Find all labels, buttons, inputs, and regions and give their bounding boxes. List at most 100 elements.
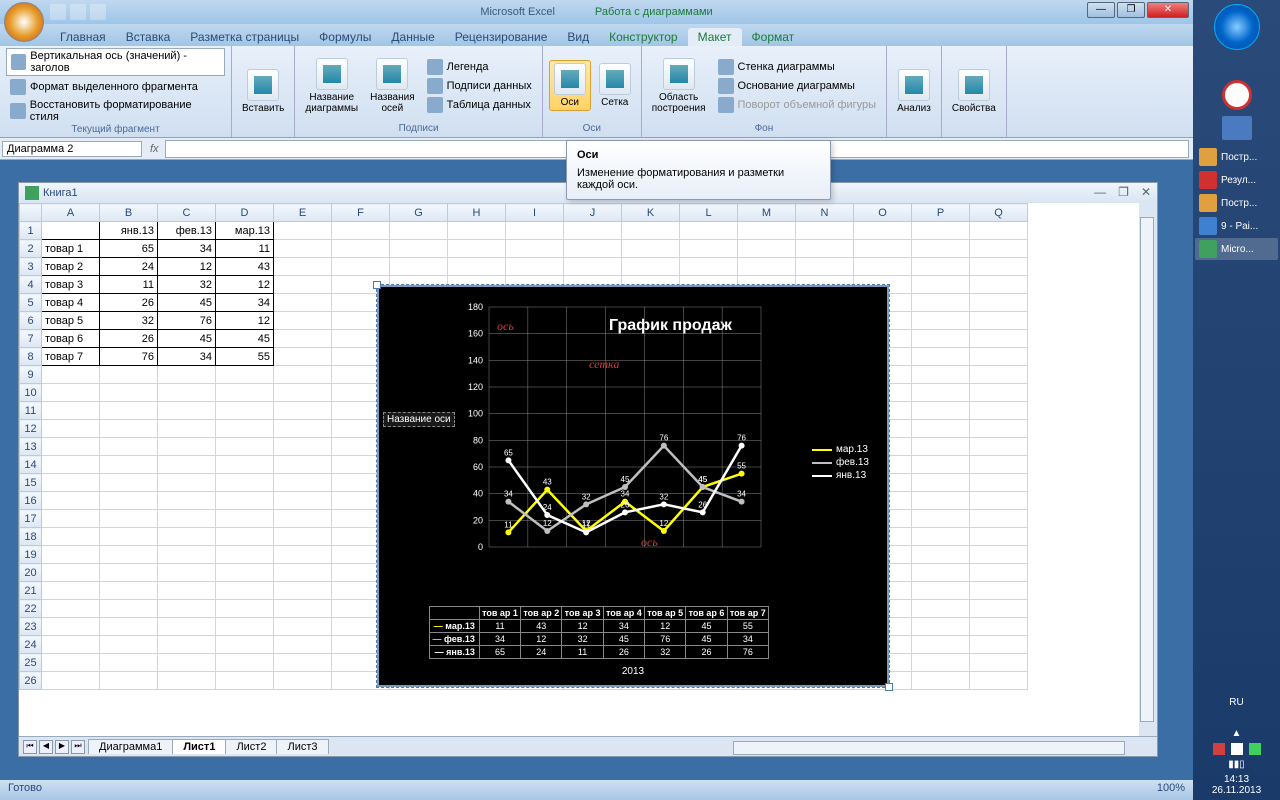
cell[interactable] — [912, 456, 970, 474]
cell[interactable] — [390, 222, 448, 240]
fx-icon[interactable]: fx — [144, 143, 165, 155]
cell[interactable] — [216, 510, 274, 528]
taskbar-item[interactable]: Постр... — [1195, 192, 1278, 214]
cell[interactable] — [970, 672, 1028, 690]
cell[interactable] — [912, 366, 970, 384]
name-box[interactable]: Диаграмма 2 — [2, 141, 142, 157]
cell[interactable] — [100, 672, 158, 690]
chart-floor-button[interactable]: Основание диаграммы — [714, 77, 881, 95]
row-header[interactable]: 17 — [20, 510, 42, 528]
cell[interactable] — [216, 528, 274, 546]
row-header[interactable]: 16 — [20, 492, 42, 510]
cell[interactable]: товар 3 — [42, 276, 100, 294]
ribbon-tab-Формулы[interactable]: Формулы — [309, 28, 381, 46]
cell[interactable] — [158, 546, 216, 564]
row-header[interactable]: 25 — [20, 654, 42, 672]
cell[interactable]: мар.13 — [216, 222, 274, 240]
axis-titles-button[interactable]: Названия осей — [366, 56, 419, 116]
cell[interactable] — [274, 564, 332, 582]
cell[interactable] — [912, 654, 970, 672]
cell[interactable]: 24 — [100, 258, 158, 276]
cell[interactable]: 76 — [158, 312, 216, 330]
embedded-chart[interactable]: График продаж Название оси сетка ось ось… — [377, 285, 889, 687]
row-header[interactable]: 13 — [20, 438, 42, 456]
analysis-button[interactable]: Анализ — [893, 67, 935, 116]
row-header[interactable]: 1 — [20, 222, 42, 240]
taskbar-item[interactable]: Резул... — [1195, 169, 1278, 191]
cell[interactable] — [506, 222, 564, 240]
maximize-button[interactable]: ❐ — [1117, 2, 1145, 18]
cell[interactable] — [912, 222, 970, 240]
cell[interactable] — [42, 438, 100, 456]
cell[interactable] — [216, 618, 274, 636]
tray-up-icon[interactable]: ▲ — [1232, 728, 1242, 739]
cell[interactable] — [912, 672, 970, 690]
ribbon-tab-Рецензирование[interactable]: Рецензирование — [445, 28, 558, 46]
cell[interactable] — [970, 384, 1028, 402]
cell[interactable] — [100, 456, 158, 474]
cell[interactable] — [42, 600, 100, 618]
cell[interactable] — [100, 654, 158, 672]
row-header[interactable]: 19 — [20, 546, 42, 564]
cell[interactable] — [912, 420, 970, 438]
cell[interactable] — [912, 384, 970, 402]
cell[interactable] — [912, 492, 970, 510]
cell[interactable] — [970, 438, 1028, 456]
cell[interactable] — [42, 510, 100, 528]
cell[interactable] — [970, 618, 1028, 636]
cell[interactable]: товар 6 — [42, 330, 100, 348]
cell[interactable] — [158, 582, 216, 600]
office-button[interactable] — [4, 2, 44, 42]
cell[interactable]: товар 5 — [42, 312, 100, 330]
cell[interactable] — [912, 348, 970, 366]
col-header[interactable]: F — [332, 204, 390, 222]
tray-flag-icon[interactable] — [1213, 743, 1225, 755]
cell[interactable] — [100, 636, 158, 654]
cell[interactable] — [100, 528, 158, 546]
tab-nav-last-icon[interactable]: ⏭ — [71, 740, 85, 754]
col-header[interactable]: J — [564, 204, 622, 222]
cell[interactable] — [158, 510, 216, 528]
row-header[interactable]: 15 — [20, 474, 42, 492]
cell[interactable]: 11 — [216, 240, 274, 258]
cell[interactable] — [100, 438, 158, 456]
cell[interactable]: 32 — [158, 276, 216, 294]
wb-close-icon[interactable]: ✕ — [1141, 185, 1151, 199]
cell[interactable] — [216, 492, 274, 510]
taskbar-item[interactable]: Micro... — [1195, 238, 1278, 260]
row-header[interactable]: 23 — [20, 618, 42, 636]
col-header[interactable]: C — [158, 204, 216, 222]
cell[interactable] — [42, 672, 100, 690]
cell[interactable] — [216, 636, 274, 654]
cell[interactable] — [738, 240, 796, 258]
tray-power-icon[interactable] — [1249, 743, 1261, 755]
col-header[interactable]: Q — [970, 204, 1028, 222]
cell[interactable] — [448, 258, 506, 276]
cell[interactable] — [158, 438, 216, 456]
cell[interactable] — [912, 546, 970, 564]
cell[interactable]: фев.13 — [158, 222, 216, 240]
cell[interactable] — [854, 240, 912, 258]
wb-maximize-icon[interactable]: ❐ — [1118, 185, 1129, 199]
cell[interactable] — [274, 528, 332, 546]
yandex-icon[interactable] — [1222, 80, 1252, 110]
cell[interactable] — [912, 474, 970, 492]
cell[interactable] — [216, 456, 274, 474]
cell[interactable]: 45 — [216, 330, 274, 348]
cell[interactable] — [970, 258, 1028, 276]
cell[interactable] — [216, 420, 274, 438]
ribbon-tab-Разметка страницы[interactable]: Разметка страницы — [180, 28, 309, 46]
row-header[interactable]: 24 — [20, 636, 42, 654]
cell[interactable] — [274, 600, 332, 618]
cell[interactable] — [274, 384, 332, 402]
reset-style-button[interactable]: Восстановить форматирование стиля — [6, 98, 225, 124]
start-button[interactable] — [1214, 4, 1260, 50]
cell[interactable] — [506, 240, 564, 258]
cell[interactable] — [42, 384, 100, 402]
cell[interactable] — [274, 618, 332, 636]
redo-icon[interactable] — [90, 4, 106, 20]
ribbon-tab-Вид[interactable]: Вид — [557, 28, 599, 46]
tray-network-icon[interactable]: ▮▮▯ — [1228, 759, 1245, 770]
cell[interactable] — [680, 240, 738, 258]
tray-time[interactable]: 14:13 — [1193, 774, 1280, 785]
